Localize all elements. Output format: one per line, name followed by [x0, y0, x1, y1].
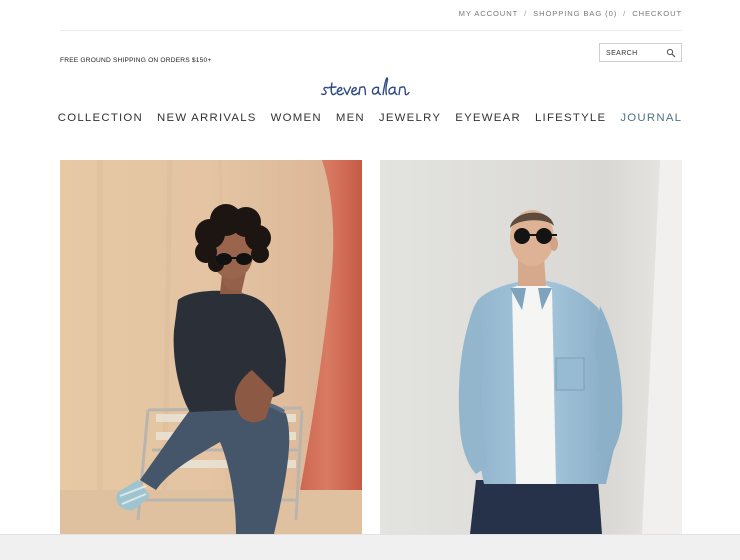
nav-new-arrivals[interactable]: NEW ARRIVALS: [157, 112, 257, 124]
utility-separator: /: [623, 9, 627, 18]
nav-journal[interactable]: JOURNAL: [620, 112, 682, 124]
search-input[interactable]: [606, 47, 666, 59]
my-account-link[interactable]: MY ACCOUNT: [459, 9, 519, 18]
shopping-bag-link[interactable]: SHOPPING BAG (0): [533, 9, 617, 18]
checkout-link[interactable]: CHECKOUT: [632, 9, 682, 18]
bottom-bar: [0, 534, 740, 560]
nav-collection[interactable]: COLLECTION: [58, 112, 143, 124]
search-icon[interactable]: [666, 48, 676, 58]
nav-eyewear[interactable]: EYEWEAR: [455, 112, 521, 124]
utility-nav: MY ACCOUNT / SHOPPING BAG (0) / CHECKOUT: [459, 9, 682, 18]
nav-men[interactable]: MEN: [336, 112, 365, 124]
nav-lifestyle[interactable]: LIFESTYLE: [535, 112, 606, 124]
main-nav: COLLECTION NEW ARRIVALS WOMEN MEN JEWELR…: [0, 112, 740, 124]
header-divider: [60, 30, 682, 31]
shipping-promo: FREE GROUND SHIPPING ON ORDERS $150+: [60, 57, 212, 64]
nav-women[interactable]: WOMEN: [271, 112, 322, 124]
brand-logo[interactable]: [320, 74, 422, 106]
utility-separator: /: [524, 9, 528, 18]
search-box: [599, 43, 682, 62]
hero-image-men[interactable]: [380, 160, 682, 534]
hero-image-women[interactable]: [60, 160, 362, 534]
nav-jewelry[interactable]: JEWELRY: [379, 112, 441, 124]
